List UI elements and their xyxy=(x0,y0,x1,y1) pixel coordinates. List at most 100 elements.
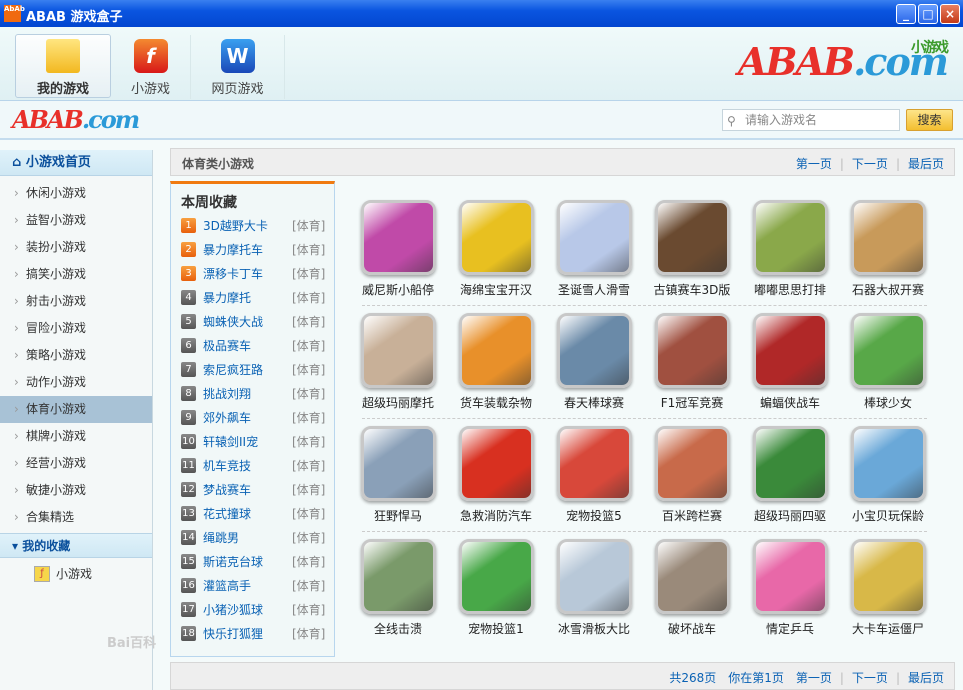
weekly-item-name[interactable]: 快乐打狐狸 xyxy=(203,626,263,642)
weekly-item-name[interactable]: 机车竞技 xyxy=(203,458,251,474)
sidebar-item[interactable]: 动作小游戏 xyxy=(0,369,152,396)
game-tile[interactable]: 情定乒乓 xyxy=(742,539,838,637)
first-page-link[interactable]: 第一页 xyxy=(796,671,832,685)
game-thumbnail-icon[interactable] xyxy=(556,313,632,388)
minimize-button[interactable]: _ xyxy=(896,4,916,24)
maximize-button[interactable]: □ xyxy=(918,4,938,24)
weekly-item-name[interactable]: 极品赛车 xyxy=(203,338,251,354)
game-name[interactable]: 小宝贝玩保龄 xyxy=(840,507,936,524)
game-name[interactable]: 全线击溃 xyxy=(350,620,446,637)
next-page-link[interactable]: 下一页 xyxy=(852,157,888,171)
weekly-item-name[interactable]: 斯诺克台球 xyxy=(203,554,263,570)
game-thumbnail-icon[interactable] xyxy=(360,313,436,388)
first-page-link[interactable]: 第一页 xyxy=(796,157,832,171)
sidebar-item[interactable]: 合集精选 xyxy=(0,504,152,531)
sidebar-item[interactable]: 益智小游戏 xyxy=(0,207,152,234)
favorites-header[interactable]: ▾ 我的收藏 xyxy=(0,533,152,558)
weekly-item[interactable]: 1 3D越野大卡 [体育] xyxy=(181,218,331,238)
game-name[interactable]: 石器大叔开赛 xyxy=(840,281,936,298)
game-name[interactable]: 货车装载杂物 xyxy=(448,394,544,411)
weekly-item[interactable]: 6 极品赛车 [体育] xyxy=(181,338,331,358)
weekly-item-name[interactable]: 暴力摩托 xyxy=(203,290,251,306)
game-thumbnail-icon[interactable] xyxy=(654,539,730,614)
game-name[interactable]: 宠物投篮5 xyxy=(546,507,642,524)
weekly-item[interactable]: 3 漂移卡丁车 [体育] xyxy=(181,266,331,286)
game-thumbnail-icon[interactable] xyxy=(654,313,730,388)
game-thumbnail-icon[interactable] xyxy=(556,426,632,501)
game-thumbnail-icon[interactable] xyxy=(458,539,534,614)
weekly-item[interactable]: 13 花式撞球 [体育] xyxy=(181,506,331,526)
weekly-item[interactable]: 15 斯诺克台球 [体育] xyxy=(181,554,331,574)
game-name[interactable]: 冰雪滑板大比 xyxy=(546,620,642,637)
weekly-item[interactable]: 7 索尼疯狂路 [体育] xyxy=(181,362,331,382)
close-button[interactable]: × xyxy=(940,4,960,24)
game-thumbnail-icon[interactable] xyxy=(654,200,730,275)
weekly-item-name[interactable]: 蜘蛛侠大战 xyxy=(203,314,263,330)
game-name[interactable]: 棒球少女 xyxy=(840,394,936,411)
game-name[interactable]: 百米跨栏赛 xyxy=(644,507,740,524)
game-tile[interactable]: 小宝贝玩保龄 xyxy=(840,426,936,524)
sidebar-item[interactable]: 休闲小游戏 xyxy=(0,180,152,207)
weekly-item-name[interactable]: 绳跳男 xyxy=(203,530,239,546)
tab-my-games[interactable]: 我的游戏 xyxy=(15,34,111,98)
weekly-item-name[interactable]: 灌篮高手 xyxy=(203,578,251,594)
weekly-item[interactable]: 4 暴力摩托 [体育] xyxy=(181,290,331,310)
game-name[interactable]: 超级玛丽四驱 xyxy=(742,507,838,524)
game-tile[interactable]: 威尼斯小船停 xyxy=(350,200,446,298)
game-tile[interactable]: 圣诞雪人滑雪 xyxy=(546,200,642,298)
game-thumbnail-icon[interactable] xyxy=(458,200,534,275)
weekly-item[interactable]: 18 快乐打狐狸 [体育] xyxy=(181,626,331,646)
weekly-item-name[interactable]: 花式撞球 xyxy=(203,506,251,522)
game-tile[interactable]: 百米跨栏赛 xyxy=(644,426,740,524)
sidebar-item[interactable]: 冒险小游戏 xyxy=(0,315,152,342)
weekly-item[interactable]: 11 机车竞技 [体育] xyxy=(181,458,331,478)
game-thumbnail-icon[interactable] xyxy=(556,539,632,614)
game-tile[interactable]: 全线击溃 xyxy=(350,539,446,637)
game-name[interactable]: 宠物投篮1 xyxy=(448,620,544,637)
game-tile[interactable]: 春天棒球赛 xyxy=(546,313,642,411)
game-name[interactable]: 急救消防汽车 xyxy=(448,507,544,524)
game-name[interactable]: F1冠军竞赛 xyxy=(644,394,740,411)
weekly-item-name[interactable]: 挑战刘翔 xyxy=(203,386,251,402)
weekly-item[interactable]: 9 郊外飙车 [体育] xyxy=(181,410,331,430)
sidebar-item[interactable]: 装扮小游戏 xyxy=(0,234,152,261)
game-tile[interactable]: 宠物投篮1 xyxy=(448,539,544,637)
next-page-link[interactable]: 下一页 xyxy=(852,671,888,685)
game-tile[interactable]: 超级玛丽摩托 xyxy=(350,313,446,411)
game-tile[interactable]: 嘟嘟思思打排 xyxy=(742,200,838,298)
search-button[interactable]: 搜索 xyxy=(906,109,953,131)
game-thumbnail-icon[interactable] xyxy=(360,200,436,275)
weekly-item[interactable]: 16 灌篮高手 [体育] xyxy=(181,578,331,598)
game-thumbnail-icon[interactable] xyxy=(850,313,926,388)
game-name[interactable]: 狂野悍马 xyxy=(350,507,446,524)
weekly-item-name[interactable]: 漂移卡丁车 xyxy=(203,266,263,282)
game-name[interactable]: 古镇赛车3D版 xyxy=(644,281,740,298)
game-name[interactable]: 春天棒球赛 xyxy=(546,394,642,411)
game-tile[interactable]: 古镇赛车3D版 xyxy=(644,200,740,298)
weekly-item-name[interactable]: 小猪沙狐球 xyxy=(203,602,263,618)
tab-web-games[interactable]: W 网页游戏 xyxy=(191,35,285,99)
game-thumbnail-icon[interactable] xyxy=(850,539,926,614)
game-thumbnail-icon[interactable] xyxy=(360,539,436,614)
game-thumbnail-icon[interactable] xyxy=(850,426,926,501)
last-page-link[interactable]: 最后页 xyxy=(908,671,944,685)
game-tile[interactable]: 冰雪滑板大比 xyxy=(546,539,642,637)
game-name[interactable]: 海绵宝宝开汉 xyxy=(448,281,544,298)
game-tile[interactable]: 海绵宝宝开汉 xyxy=(448,200,544,298)
sidebar-item[interactable]: 棋牌小游戏 xyxy=(0,423,152,450)
game-name[interactable]: 超级玛丽摩托 xyxy=(350,394,446,411)
game-tile[interactable]: 货车装载杂物 xyxy=(448,313,544,411)
game-name[interactable]: 嘟嘟思思打排 xyxy=(742,281,838,298)
weekly-item-name[interactable]: 郊外飙车 xyxy=(203,410,251,426)
tab-mini-games[interactable]: f 小游戏 xyxy=(111,35,191,99)
game-name[interactable]: 大卡车运僵尸 xyxy=(840,620,936,637)
game-tile[interactable]: 蝙蝠侠战车 xyxy=(742,313,838,411)
game-tile[interactable]: 棒球少女 xyxy=(840,313,936,411)
weekly-item-name[interactable]: 轩辕剑II宠 xyxy=(203,434,258,450)
game-thumbnail-icon[interactable] xyxy=(458,313,534,388)
weekly-item-name[interactable]: 暴力摩托车 xyxy=(203,242,263,258)
weekly-item[interactable]: 17 小猪沙狐球 [体育] xyxy=(181,602,331,622)
sidebar-item[interactable]: 射击小游戏 xyxy=(0,288,152,315)
game-tile[interactable]: 破坏战车 xyxy=(644,539,740,637)
game-thumbnail-icon[interactable] xyxy=(752,200,828,275)
